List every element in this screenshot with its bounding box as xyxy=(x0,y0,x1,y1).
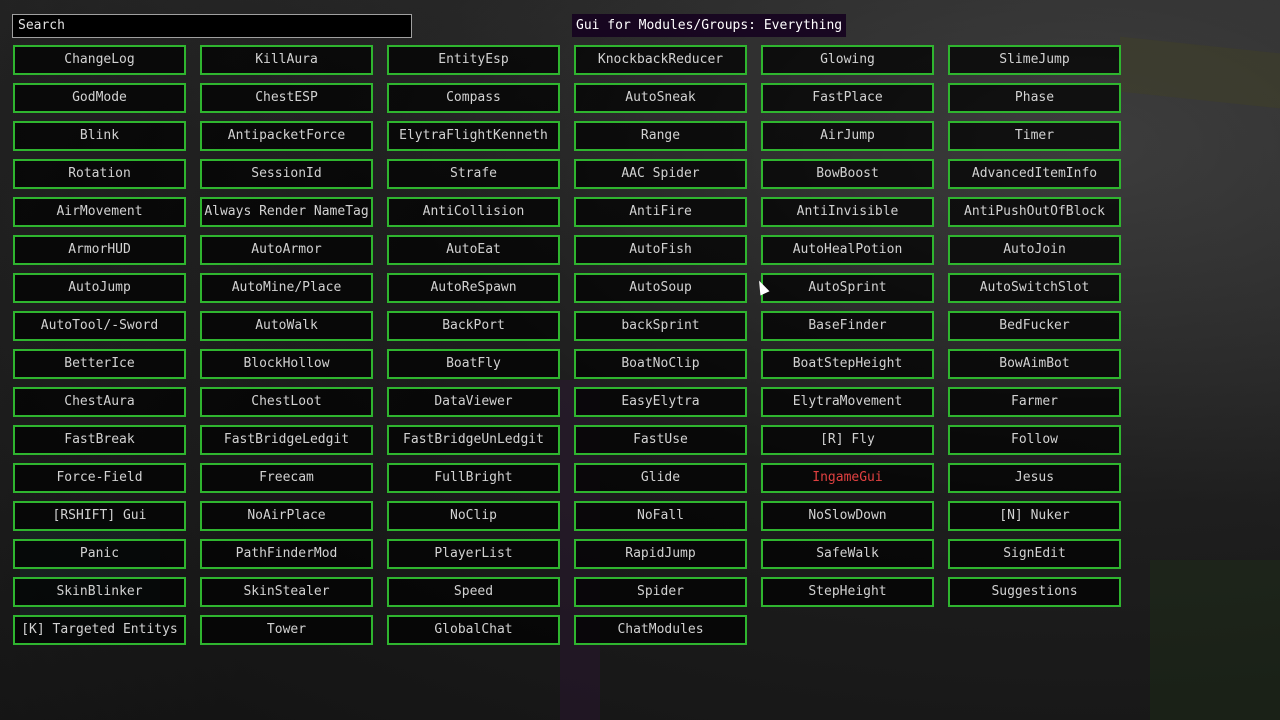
module-button[interactable]: AutoArmor xyxy=(200,235,373,265)
module-button[interactable]: ArmorHUD xyxy=(13,235,186,265)
module-button[interactable]: GodMode xyxy=(13,83,186,113)
module-button[interactable]: Always Render NameTag xyxy=(200,197,373,227)
module-button[interactable]: Range xyxy=(574,121,747,151)
module-button[interactable]: SlimeJump xyxy=(948,45,1121,75)
module-button[interactable]: Suggestions xyxy=(948,577,1121,607)
module-button[interactable]: GlobalChat xyxy=(387,615,560,645)
module-button[interactable]: BaseFinder xyxy=(761,311,934,341)
module-button[interactable]: Glowing xyxy=(761,45,934,75)
module-button[interactable]: NoFall xyxy=(574,501,747,531)
module-button[interactable]: NoAirPlace xyxy=(200,501,373,531)
module-button[interactable]: Blink xyxy=(13,121,186,151)
module-button[interactable]: IngameGui xyxy=(761,463,934,493)
module-button[interactable]: PlayerList xyxy=(387,539,560,569)
module-button[interactable]: AutoSoup xyxy=(574,273,747,303)
module-button[interactable]: AirMovement xyxy=(13,197,186,227)
module-button[interactable]: SafeWalk xyxy=(761,539,934,569)
module-button[interactable]: Timer xyxy=(948,121,1121,151)
module-button[interactable]: SignEdit xyxy=(948,539,1121,569)
module-button[interactable]: Jesus xyxy=(948,463,1121,493)
search-input[interactable]: Search xyxy=(12,14,412,38)
module-button[interactable]: Glide xyxy=(574,463,747,493)
module-button[interactable]: FastUse xyxy=(574,425,747,455)
module-button[interactable]: Speed xyxy=(387,577,560,607)
module-button[interactable]: AutoSprint xyxy=(761,273,934,303)
module-button[interactable]: StepHeight xyxy=(761,577,934,607)
module-button[interactable]: AutoSneak xyxy=(574,83,747,113)
module-button[interactable]: NoSlowDown xyxy=(761,501,934,531)
module-button[interactable]: EntityEsp xyxy=(387,45,560,75)
module-button[interactable]: FastBridgeLedgit xyxy=(200,425,373,455)
module-button[interactable]: AutoSwitchSlot xyxy=(948,273,1121,303)
module-button[interactable]: AirJump xyxy=(761,121,934,151)
module-button[interactable]: AntiCollision xyxy=(387,197,560,227)
gui-title: Gui for Modules/Groups: Everything xyxy=(572,14,847,37)
module-button[interactable]: Follow xyxy=(948,425,1121,455)
module-button[interactable]: AutoReSpawn xyxy=(387,273,560,303)
module-button[interactable]: BedFucker xyxy=(948,311,1121,341)
module-button[interactable]: BetterIce xyxy=(13,349,186,379)
module-button[interactable]: PathFinderMod xyxy=(200,539,373,569)
module-button[interactable]: RapidJump xyxy=(574,539,747,569)
module-button[interactable]: AutoTool/-Sword xyxy=(13,311,186,341)
module-button[interactable]: AntipacketForce xyxy=(200,121,373,151)
module-button[interactable]: Strafe xyxy=(387,159,560,189)
module-button[interactable]: AntiFire xyxy=(574,197,747,227)
module-button[interactable]: NoClip xyxy=(387,501,560,531)
module-button[interactable]: ChestESP xyxy=(200,83,373,113)
module-button[interactable]: AntiInvisible xyxy=(761,197,934,227)
module-button[interactable]: AAC Spider xyxy=(574,159,747,189)
module-button[interactable]: AutoJump xyxy=(13,273,186,303)
module-button[interactable]: ChatModules xyxy=(574,615,747,645)
module-button[interactable]: Freecam xyxy=(200,463,373,493)
module-button[interactable]: ChestAura xyxy=(13,387,186,417)
module-button[interactable]: [R] Fly xyxy=(761,425,934,455)
module-button[interactable]: AutoWalk xyxy=(200,311,373,341)
module-button[interactable]: BoatNoClip xyxy=(574,349,747,379)
module-button[interactable]: [N] Nuker xyxy=(948,501,1121,531)
module-button[interactable]: SkinBlinker xyxy=(13,577,186,607)
background-block xyxy=(1120,36,1280,109)
module-button[interactable]: EasyElytra xyxy=(574,387,747,417)
module-button[interactable]: AutoMine/Place xyxy=(200,273,373,303)
module-button[interactable]: FullBright xyxy=(387,463,560,493)
module-button[interactable]: AntiPushOutOfBlock xyxy=(948,197,1121,227)
module-button[interactable]: BoatFly xyxy=(387,349,560,379)
module-button[interactable]: Panic xyxy=(13,539,186,569)
module-button[interactable]: BowBoost xyxy=(761,159,934,189)
module-button[interactable]: BoatStepHeight xyxy=(761,349,934,379)
module-button[interactable]: Phase xyxy=(948,83,1121,113)
module-button[interactable]: SkinStealer xyxy=(200,577,373,607)
module-button[interactable]: FastBridgeUnLedgit xyxy=(387,425,560,455)
module-button[interactable]: AutoHealPotion xyxy=(761,235,934,265)
module-button[interactable]: Force-Field xyxy=(13,463,186,493)
module-button[interactable]: AutoFish xyxy=(574,235,747,265)
module-button[interactable]: AutoJoin xyxy=(948,235,1121,265)
module-button[interactable]: [K] Targeted Entitys xyxy=(13,615,186,645)
module-button[interactable]: Spider xyxy=(574,577,747,607)
module-button[interactable]: KnockbackReducer xyxy=(574,45,747,75)
module-button[interactable]: FastBreak xyxy=(13,425,186,455)
module-button[interactable]: BowAimBot xyxy=(948,349,1121,379)
module-button[interactable]: SessionId xyxy=(200,159,373,189)
module-button[interactable]: [RSHIFT] Gui xyxy=(13,501,186,531)
module-button[interactable]: ElytraFlightKenneth xyxy=(387,121,560,151)
module-button[interactable]: ChangeLog xyxy=(13,45,186,75)
module-button[interactable]: ChestLoot xyxy=(200,387,373,417)
module-button[interactable]: BackPort xyxy=(387,311,560,341)
module-button[interactable]: Rotation xyxy=(13,159,186,189)
module-button[interactable]: DataViewer xyxy=(387,387,560,417)
module-button[interactable]: BlockHollow xyxy=(200,349,373,379)
module-button[interactable]: Farmer xyxy=(948,387,1121,417)
module-button[interactable]: KillAura xyxy=(200,45,373,75)
module-button[interactable]: AutoEat xyxy=(387,235,560,265)
module-button[interactable]: FastPlace xyxy=(761,83,934,113)
module-button[interactable]: ElytraMovement xyxy=(761,387,934,417)
module-button[interactable]: Compass xyxy=(387,83,560,113)
background-block xyxy=(1150,560,1280,720)
module-button[interactable]: Tower xyxy=(200,615,373,645)
module-button[interactable]: AdvancedItemInfo xyxy=(948,159,1121,189)
module-button[interactable]: backSprint xyxy=(574,311,747,341)
